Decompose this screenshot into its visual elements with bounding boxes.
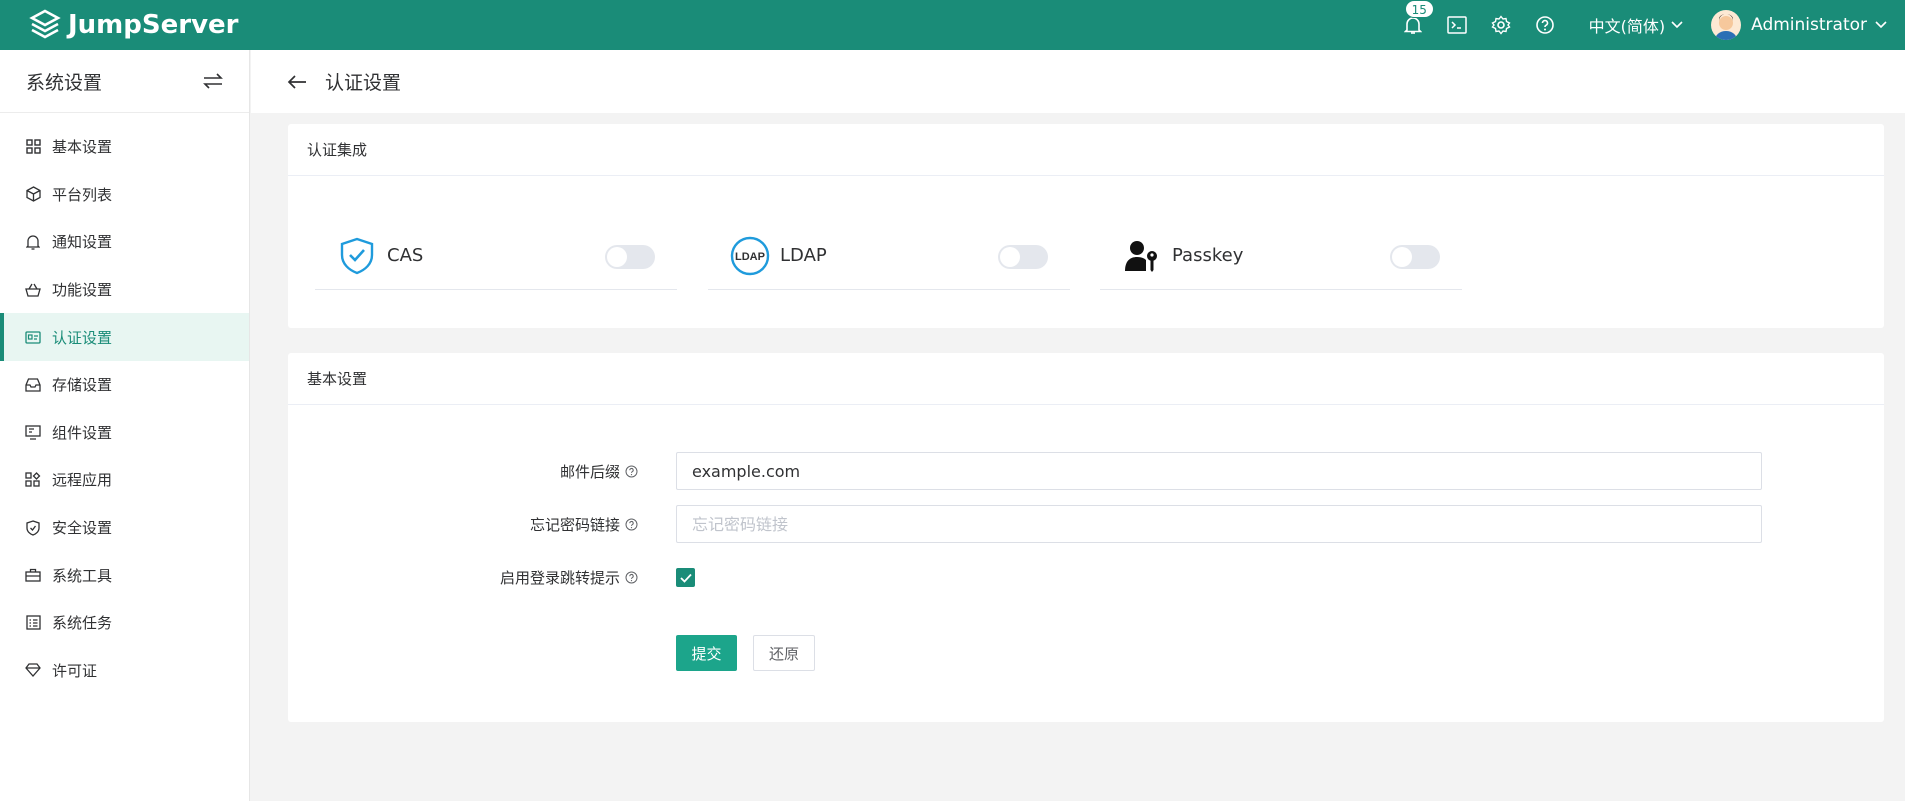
login-redirect-checkbox[interactable] <box>676 568 695 587</box>
tasks-icon <box>24 614 42 632</box>
gear-icon <box>1491 15 1511 35</box>
top-header: JumpServer 15 中文(简体) Administrator <box>0 0 1905 50</box>
user-menu[interactable]: Administrator <box>1711 10 1887 40</box>
forgot-password-label: 忘记密码链接 <box>529 515 620 534</box>
sidebar-item-features[interactable]: 功能设置 <box>0 266 249 314</box>
page-header: 认证设置 <box>251 50 1905 113</box>
email-suffix-label: 邮件后缀 <box>559 462 620 481</box>
notification-badge: 15 <box>1404 0 1434 18</box>
check-icon <box>679 573 692 583</box>
shield-check-icon <box>335 234 379 278</box>
sidebar-item-auth[interactable]: 认证设置 <box>0 313 249 361</box>
monitor-icon <box>24 423 42 441</box>
help-icon[interactable] <box>625 518 638 531</box>
basic-settings-title: 基本设置 <box>288 353 1884 405</box>
user-key-icon <box>1120 234 1164 278</box>
language-selector[interactable]: 中文(简体) <box>1589 13 1684 37</box>
sidebar-item-label: 组件设置 <box>52 423 113 442</box>
forgot-password-label-wrap: 忘记密码链接 <box>288 514 638 535</box>
terminal-icon <box>1446 16 1467 34</box>
chevron-down-icon <box>1875 21 1887 29</box>
sidebar-item-label: 许可证 <box>52 661 98 680</box>
swap-icon[interactable] <box>203 73 223 89</box>
email-suffix-row: 邮件后缀 <box>288 452 1884 490</box>
integration-ldap[interactable]: LDAP LDAP <box>708 222 1070 290</box>
integration-cas[interactable]: CAS <box>315 222 677 290</box>
sidebar: 系统设置 基本设置 平台列表 通知设置 功能设置 认证设置 存储设置 组件设置 … <box>0 50 250 801</box>
sidebar-item-components[interactable]: 组件设置 <box>0 409 249 457</box>
sidebar-item-label: 通知设置 <box>52 233 113 252</box>
reset-button[interactable]: 还原 <box>753 635 815 671</box>
submit-button[interactable]: 提交 <box>676 635 737 671</box>
sidebar-item-label: 系统任务 <box>52 614 113 633</box>
bell-icon <box>24 233 42 251</box>
login-redirect-label-wrap: 启用登录跳转提示 <box>288 567 638 588</box>
settings-button[interactable] <box>1489 13 1513 37</box>
sidebar-item-label: 认证设置 <box>52 328 113 347</box>
avatar <box>1711 10 1742 40</box>
sidebar-item-label: 存储设置 <box>52 376 113 395</box>
cube-icon <box>24 185 42 203</box>
login-redirect-label: 启用登录跳转提示 <box>499 568 620 587</box>
sidebar-item-label: 平台列表 <box>52 185 113 204</box>
back-button[interactable] <box>287 74 307 90</box>
grid-icon <box>24 138 42 156</box>
sidebar-item-label: 功能设置 <box>52 281 113 300</box>
brand-logo[interactable]: JumpServer <box>28 8 238 42</box>
sidebar-item-tools[interactable]: 系统工具 <box>0 551 249 599</box>
email-suffix-input[interactable] <box>676 452 1762 490</box>
basket-icon <box>24 281 42 299</box>
sidebar-title: 系统设置 <box>26 71 103 94</box>
ldap-icon-text: LDAP <box>735 251 765 263</box>
login-redirect-row: 启用登录跳转提示 <box>288 558 1884 596</box>
integration-label: CAS <box>387 245 424 266</box>
sidebar-item-notifications[interactable]: 通知设置 <box>0 218 249 266</box>
sidebar-item-label: 远程应用 <box>52 471 113 490</box>
page-title: 认证设置 <box>325 72 402 94</box>
sidebar-item-label: 系统工具 <box>52 566 113 585</box>
notifications-button[interactable]: 15 <box>1401 0 1434 37</box>
inbox-icon <box>24 376 42 394</box>
briefcase-icon <box>24 566 42 584</box>
sidebar-item-basic[interactable]: 基本设置 <box>0 123 249 171</box>
integration-card-title: 认证集成 <box>288 124 1884 176</box>
sidebar-item-platforms[interactable]: 平台列表 <box>0 171 249 219</box>
cas-toggle[interactable] <box>605 245 655 269</box>
help-icon[interactable] <box>625 571 638 584</box>
help-icon[interactable] <box>625 465 638 478</box>
ldap-toggle[interactable] <box>998 245 1048 269</box>
forgot-password-input[interactable] <box>676 505 1762 543</box>
apps-icon <box>24 471 42 489</box>
integration-passkey[interactable]: Passkey <box>1100 222 1462 290</box>
arrow-left-icon <box>287 74 306 89</box>
help-button[interactable] <box>1533 13 1557 37</box>
sidebar-item-license[interactable]: 许可证 <box>0 647 249 695</box>
email-suffix-label-wrap: 邮件后缀 <box>288 461 638 482</box>
sidebar-item-label: 安全设置 <box>52 519 113 538</box>
language-label: 中文(简体) <box>1588 17 1666 36</box>
sidebar-item-label: 基本设置 <box>52 138 113 157</box>
passkey-toggle[interactable] <box>1390 245 1440 269</box>
shield-icon <box>24 519 42 537</box>
sidebar-header: 系统设置 <box>0 50 249 113</box>
chevron-down-icon <box>1671 21 1683 29</box>
integration-label: Passkey <box>1172 245 1244 266</box>
help-icon <box>1535 16 1554 34</box>
sidebar-item-storage[interactable]: 存储设置 <box>0 361 249 409</box>
sidebar-item-tasks[interactable]: 系统任务 <box>0 599 249 647</box>
web-terminal-button[interactable] <box>1445 13 1469 37</box>
ldap-icon: LDAP <box>728 234 772 278</box>
user-name: Administrator <box>1751 15 1867 35</box>
sidebar-menu: 基本设置 平台列表 通知设置 功能设置 认证设置 存储设置 组件设置 远程应用 <box>0 123 249 694</box>
jumpserver-logo-icon <box>29 9 61 39</box>
sidebar-item-security[interactable]: 安全设置 <box>0 504 249 552</box>
forgot-password-row: 忘记密码链接 <box>288 505 1884 543</box>
diamond-icon <box>24 661 42 679</box>
sidebar-item-remote-apps[interactable]: 远程应用 <box>0 456 249 504</box>
brand-name: JumpServer <box>68 10 239 40</box>
integration-label: LDAP <box>780 245 827 266</box>
id-card-icon <box>24 328 42 346</box>
